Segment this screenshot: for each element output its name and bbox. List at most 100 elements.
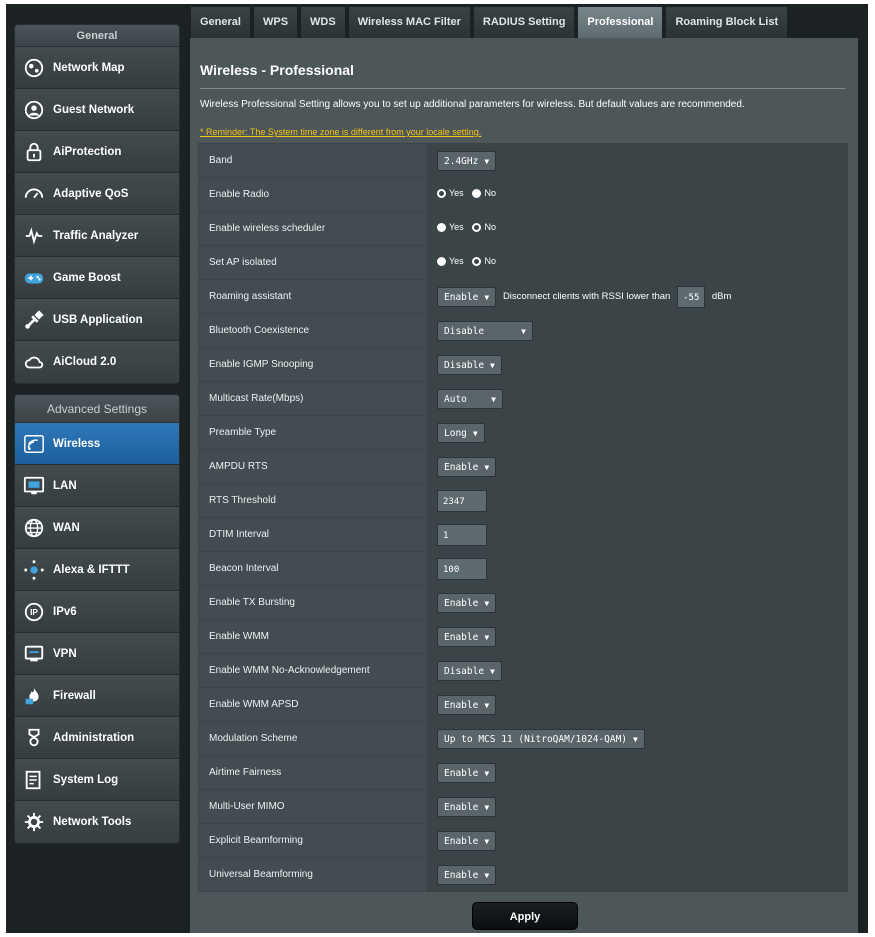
tab-roaming-block-list[interactable]: Roaming Block List	[665, 6, 789, 38]
wmm-no-ack-label: Enable WMM No-Acknowledgement	[198, 653, 427, 688]
table-row: Preamble Type Long ▼	[198, 415, 848, 450]
bluetooth-coexistence-select[interactable]: Disable ▼	[437, 320, 533, 341]
wmm-no-ack-select[interactable]: Disable ▼	[437, 660, 502, 681]
preamble-type-select[interactable]: Long ▼	[437, 422, 485, 443]
universal-beamforming-label: Universal Beamforming	[198, 857, 427, 892]
table-row: Enable WMM APSD Enable ▼	[198, 687, 848, 722]
sidebar-item-label: System Log	[53, 773, 119, 786]
tab-wps[interactable]: WPS	[252, 6, 299, 38]
beacon-interval-input[interactable]: 100	[437, 557, 487, 580]
multicast-rate-label: Multicast Rate(Mbps)	[198, 381, 427, 416]
wmm-select[interactable]: Enable ▼	[437, 626, 497, 647]
guest-network-icon	[23, 99, 45, 121]
tab-wireless-mac-filter[interactable]: Wireless MAC Filter	[347, 6, 471, 38]
sidebar-item-label: VPN	[53, 647, 77, 660]
sidebar-item-label: Administration	[53, 731, 135, 744]
main-panel: Wireless - Professional Wireless Profess…	[190, 38, 858, 933]
advanced-menu-group: Advanced Settings Wireless LAN WAN Alexa & …	[14, 394, 180, 844]
table-row: Multi-User MIMO Enable ▼	[198, 789, 848, 824]
sidebar-item-label: Alexa & IFTTT	[53, 563, 130, 576]
igmp-snooping-select[interactable]: Disable ▼	[437, 354, 502, 375]
cloud-icon	[23, 351, 45, 373]
airtime-fairness-select[interactable]: Enable ▼	[437, 762, 497, 783]
sidebar-item-firewall[interactable]: Firewall	[15, 675, 179, 717]
table-row: Airtime Fairness Enable ▼	[198, 755, 848, 790]
timezone-reminder-link[interactable]: * Reminder: The System time zone is diff…	[200, 127, 481, 137]
rssi-threshold-input[interactable]: -55	[677, 285, 706, 308]
sidebar-item-aiprotection[interactable]: AiProtection	[15, 131, 179, 173]
chevron-down-icon: ▼	[484, 156, 490, 166]
table-row: Enable WMM Enable ▼	[198, 619, 848, 654]
dtim-interval-input[interactable]: 1	[437, 523, 487, 546]
sidebar-item-label: LAN	[53, 479, 77, 492]
table-row: Multicast Rate(Mbps) Auto ▼	[198, 381, 848, 416]
rts-threshold-input[interactable]: 2347	[437, 489, 487, 512]
sidebar-item-network-tools[interactable]: Network Tools	[15, 801, 179, 843]
sidebar-item-network-map[interactable]: Network Map	[15, 47, 179, 89]
multicast-rate-select[interactable]: Auto ▼	[437, 388, 503, 409]
sidebar-item-label: IPv6	[53, 605, 77, 618]
table-row: RTS Threshold 2347	[198, 483, 848, 518]
tx-bursting-select[interactable]: Enable ▼	[437, 592, 497, 613]
lock-icon	[23, 141, 45, 163]
apply-button[interactable]: Apply	[472, 902, 578, 930]
universal-beamforming-select[interactable]: Enable ▼	[437, 864, 497, 885]
sidebar-item-wan[interactable]: WAN	[15, 507, 179, 549]
sidebar-item-traffic-analyzer[interactable]: Traffic Analyzer	[15, 215, 179, 257]
band-select[interactable]: 2.4GHz ▼	[437, 150, 497, 171]
sidebar-item-administration[interactable]: Administration	[15, 717, 179, 759]
fire-icon	[23, 685, 45, 707]
sidebar-item-guest-network[interactable]: Guest Network	[15, 89, 179, 131]
ampdu-rts-select[interactable]: Enable ▼	[437, 456, 497, 477]
roaming-assistant-label: Roaming assistant	[198, 279, 427, 314]
dtim-interval-label: DTIM Interval	[198, 517, 427, 552]
modulation-scheme-select[interactable]: Up to MCS 11 (NitroQAM/1024-QAM) ▼	[437, 728, 645, 749]
page-description: Wireless Professional Setting allows you…	[200, 99, 745, 110]
ap-isolated-yes-radio[interactable]: Yes	[437, 256, 464, 266]
chevron-down-icon: ▼	[521, 326, 526, 336]
title-divider	[200, 88, 845, 89]
sidebar-item-adaptive-qos[interactable]: Adaptive QoS	[15, 173, 179, 215]
preamble-type-label: Preamble Type	[198, 415, 427, 450]
sidebar-item-wireless[interactable]: Wireless	[15, 423, 179, 465]
explicit-beamforming-label: Explicit Beamforming	[198, 823, 427, 858]
enable-radio-no-radio[interactable]: No	[472, 188, 496, 198]
wmm-apsd-select[interactable]: Enable ▼	[437, 694, 497, 715]
chevron-down-icon: ▼	[472, 428, 478, 438]
general-menu-header: General	[15, 25, 179, 47]
mu-mimo-select[interactable]: Enable ▼	[437, 796, 497, 817]
sidebar-item-system-log[interactable]: System Log	[15, 759, 179, 801]
wireless-scheduler-no-radio[interactable]: No	[472, 222, 496, 232]
tab-professional[interactable]: Professional	[577, 6, 664, 38]
sidebar-item-aicloud-2-0[interactable]: AiCloud 2.0	[15, 341, 179, 383]
sidebar-item-label: WAN	[53, 521, 80, 534]
admin-icon	[23, 727, 45, 749]
table-row: Enable WMM No-Acknowledgement Disable ▼	[198, 653, 848, 688]
wireless-scheduler-yes-radio[interactable]: Yes	[437, 222, 464, 232]
explicit-beamforming-select[interactable]: Enable ▼	[437, 830, 497, 851]
mu-mimo-label: Multi-User MIMO	[198, 789, 427, 824]
table-row: Enable Radio Yes No	[198, 177, 848, 212]
table-row: Explicit Beamforming Enable ▼	[198, 823, 848, 858]
table-row: AMPDU RTS Enable ▼	[198, 449, 848, 484]
chevron-down-icon: ▼	[633, 734, 638, 744]
svg-text:IP: IP	[30, 608, 38, 617]
gauge-icon	[23, 183, 45, 205]
sidebar-item-alexa-ifttt[interactable]: Alexa & IFTTT	[15, 549, 179, 591]
tab-wds[interactable]: WDS	[300, 6, 346, 38]
radio-dot-icon	[437, 256, 446, 266]
table-row: Modulation Scheme Up to MCS 11 (NitroQAM…	[198, 721, 848, 756]
network-map-icon	[23, 57, 45, 79]
tab-radius-setting[interactable]: RADIUS Setting	[472, 6, 576, 38]
tab-general[interactable]: General	[190, 6, 251, 38]
ap-isolated-no-radio[interactable]: No	[472, 256, 496, 266]
sidebar: General Network Map Guest Network AiProtec…	[14, 24, 180, 854]
sidebar-item-game-boost[interactable]: Game Boost	[15, 257, 179, 299]
sidebar-item-lan[interactable]: LAN	[15, 465, 179, 507]
table-row: Enable wireless scheduler Yes No	[198, 211, 848, 246]
sidebar-item-ipv6[interactable]: IP IPv6	[15, 591, 179, 633]
sidebar-item-usb-application[interactable]: USB Application	[15, 299, 179, 341]
sidebar-item-vpn[interactable]: VPN	[15, 633, 179, 675]
roaming-assistant-select[interactable]: Enable ▼	[437, 286, 497, 307]
enable-radio-yes-radio[interactable]: Yes	[437, 188, 464, 198]
